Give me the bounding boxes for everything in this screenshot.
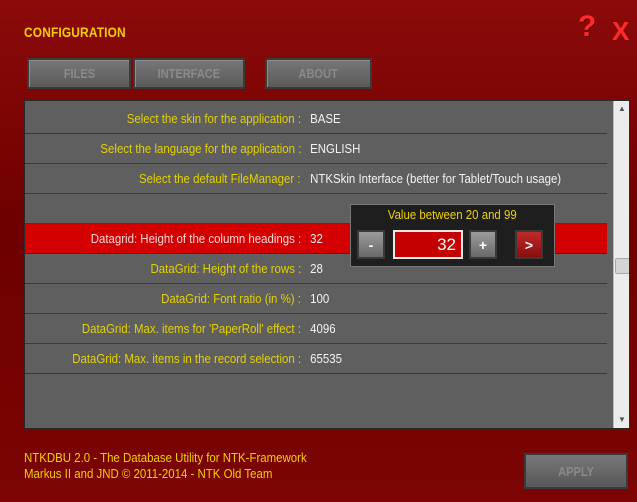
value-editor-popup: Value between 20 and 99 - 32 + > (350, 204, 555, 267)
popup-title: Value between 20 and 99 (351, 207, 554, 222)
tab-interface-label: INTERFACE (157, 66, 221, 81)
apply-button[interactable]: APPLY (524, 453, 628, 489)
settings-row-paperroll-max[interactable]: DataGrid: Max. items for 'PaperRoll' eff… (25, 314, 607, 344)
footer-line-2: Markus II and JND © 2011-2014 - NTK Old … (24, 466, 273, 481)
value-input[interactable]: 32 (393, 230, 463, 259)
scroll-up-icon[interactable]: ▲ (614, 101, 629, 117)
setting-value: 100 (310, 291, 330, 306)
setting-label: Datagrid: Height of the column headings … (90, 231, 301, 246)
settings-row-font-ratio[interactable]: DataGrid: Font ratio (in %) : 100 (25, 284, 607, 314)
setting-value: 4096 (310, 321, 336, 336)
close-icon[interactable]: X (612, 18, 629, 44)
settings-row-filemanager[interactable]: Select the default FileManager : NTKSkin… (25, 164, 607, 194)
setting-value: NTKSkin Interface (better for Tablet/Tou… (310, 171, 562, 186)
scroll-down-icon[interactable]: ▼ (614, 412, 629, 428)
window-title: CONFIGURATION (24, 24, 126, 40)
setting-value: ENGLISH (310, 141, 361, 156)
configuration-window: CONFIGURATION ? X FILES INTERFACE ABOUT … (0, 0, 637, 502)
setting-label: Select the skin for the application : (126, 111, 301, 126)
setting-value: 65535 (310, 351, 342, 366)
scroll-thumb[interactable] (615, 258, 629, 274)
apply-button-label: APPLY (558, 463, 594, 479)
setting-label: Select the default FileManager : (139, 171, 301, 186)
decrement-button[interactable]: - (357, 230, 385, 259)
setting-label: DataGrid: Font ratio (in %) : (161, 291, 301, 306)
help-icon[interactable]: ? (578, 12, 596, 42)
footer-credits: NTKDBU 2.0 - The Database Utility for NT… (24, 450, 307, 482)
tab-files[interactable]: FILES (27, 58, 131, 89)
settings-row-skin[interactable]: Select the skin for the application : BA… (25, 104, 607, 134)
popup-title-text: Value between 20 and 99 (388, 207, 517, 222)
tab-files-label: FILES (63, 66, 95, 81)
vertical-scrollbar[interactable]: ▲ ▼ (613, 101, 629, 428)
setting-value: 32 (310, 231, 323, 246)
setting-label: DataGrid: Max. items in the record selec… (72, 351, 301, 366)
settings-row-language[interactable]: Select the language for the application … (25, 134, 607, 164)
settings-row-record-selection-max[interactable]: DataGrid: Max. items in the record selec… (25, 344, 607, 374)
setting-label: DataGrid: Height of the rows : (150, 261, 301, 276)
confirm-button[interactable]: > (515, 230, 543, 259)
setting-label: Select the language for the application … (100, 141, 301, 156)
tab-about[interactable]: ABOUT (265, 58, 372, 89)
window-header: CONFIGURATION ? X (0, 0, 637, 60)
tab-about-label: ABOUT (298, 66, 339, 81)
footer-line-1: NTKDBU 2.0 - The Database Utility for NT… (24, 450, 307, 465)
setting-label: DataGrid: Max. items for 'PaperRoll' eff… (81, 321, 301, 336)
setting-value: BASE (310, 111, 341, 126)
tab-interface[interactable]: INTERFACE (133, 58, 245, 89)
setting-value: 28 (310, 261, 323, 276)
increment-button[interactable]: + (469, 230, 497, 259)
